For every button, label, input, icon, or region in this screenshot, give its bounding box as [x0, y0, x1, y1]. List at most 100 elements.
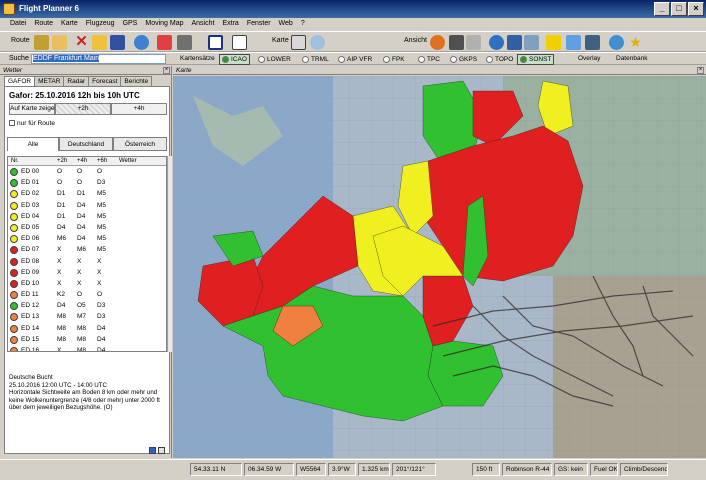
table-scrollbar[interactable]: [167, 156, 172, 352]
table-row[interactable]: ED 08 X X X: [8, 256, 166, 267]
hand-tool-icon[interactable]: [291, 35, 306, 50]
tab-berichte[interactable]: Berichte: [120, 76, 153, 86]
table-row[interactable]: ED 09 X X X: [8, 267, 166, 278]
calculator-icon[interactable]: [466, 35, 481, 50]
compass-icon[interactable]: [489, 35, 504, 50]
table-row[interactable]: ED 15 M8 M8 D4: [8, 334, 166, 345]
cell-nr: ED 11: [21, 291, 39, 299]
map-close-icon[interactable]: ×: [697, 67, 704, 74]
status-groundspeed: GS: kein: [554, 463, 588, 476]
chart-set-trml[interactable]: TRML: [300, 54, 331, 65]
table-row[interactable]: ED 03 D1 D4 M5: [8, 200, 166, 211]
tab-forecast[interactable]: Forecast: [88, 76, 122, 86]
weather-icon[interactable]: [507, 35, 522, 50]
table-header: Nr. +2h +4h +6h Wetter: [8, 157, 166, 166]
search-input[interactable]: EDDF Frankfurt Main: [31, 54, 166, 64]
cell-nr: ED 12: [21, 302, 40, 310]
chart-set-icao[interactable]: ICAO: [219, 54, 250, 65]
menu-gps[interactable]: GPS: [119, 18, 142, 31]
table-row[interactable]: ED 11 K2 O O: [8, 289, 166, 300]
tab-metar[interactable]: METAR: [34, 76, 65, 86]
karte-label: Karte: [272, 37, 289, 44]
minimize-button[interactable]: _: [654, 2, 670, 16]
plus4h-button[interactable]: +4h: [111, 103, 167, 115]
menu-karte[interactable]: Karte: [57, 18, 82, 31]
table-row[interactable]: ED 00 O O O: [8, 166, 166, 177]
datenbank-label[interactable]: Datenbank: [616, 55, 647, 62]
tab-region-alle[interactable]: Alle: [7, 137, 59, 151]
menu-ansicht[interactable]: Ansicht: [188, 18, 219, 31]
show-on-map-button[interactable]: Auf Karte zeigen: [9, 103, 58, 115]
map-canvas[interactable]: [173, 76, 706, 458]
chart-set-tpc[interactable]: TPC: [416, 54, 442, 65]
aircraft-icon[interactable]: [524, 35, 539, 50]
tab-region-oesterreich[interactable]: Österreich: [113, 137, 167, 151]
route-edit-icon[interactable]: [52, 35, 67, 50]
menu-route[interactable]: Route: [30, 18, 57, 31]
favorite-star-icon[interactable]: ★: [628, 35, 643, 50]
overlay-label[interactable]: Overlay: [578, 55, 600, 62]
table-row[interactable]: ED 13 M8 M7 D3: [8, 311, 166, 322]
col-nr[interactable]: Nr.: [11, 157, 19, 166]
route-only-checkbox[interactable]: nur für Route: [9, 120, 55, 127]
col-wetter[interactable]: Wetter: [119, 157, 137, 166]
save-icon[interactable]: [110, 35, 125, 50]
chart-set-topo[interactable]: TOPO: [484, 54, 515, 65]
map-window-icon[interactable]: [208, 35, 223, 50]
zoom-icon[interactable]: [310, 35, 325, 50]
table-row[interactable]: ED 06 M6 D4 M5: [8, 233, 166, 244]
open-folder-icon[interactable]: [92, 35, 107, 50]
route-wizard-icon[interactable]: [34, 35, 49, 50]
chart-set-gkps[interactable]: GKPS: [448, 54, 479, 65]
chart-set-fpk[interactable]: FPK: [381, 54, 407, 65]
cell-nr: ED 06: [21, 235, 40, 243]
printer-icon[interactable]: [177, 35, 192, 50]
table-row[interactable]: ED 14 M8 M8 D4: [8, 323, 166, 334]
menu-web[interactable]: Web: [275, 18, 297, 31]
delete-route-icon[interactable]: ✕: [74, 34, 89, 50]
menu-fenster[interactable]: Fenster: [243, 18, 275, 31]
info-icon[interactable]: [149, 447, 156, 454]
col-plus2h[interactable]: +2h: [57, 157, 67, 166]
tab-region-deutschland[interactable]: Deutschland: [59, 137, 113, 151]
plus2h-button[interactable]: +2h: [55, 103, 111, 115]
film-icon[interactable]: [585, 35, 600, 50]
cell-c2: D4: [77, 235, 86, 243]
maximize-button[interactable]: □: [671, 2, 687, 16]
clear-icon[interactable]: [158, 447, 165, 454]
table-row[interactable]: ED 10 X X X: [8, 278, 166, 289]
chart-set-sonst[interactable]: SONST: [517, 54, 555, 65]
chart-set-lower[interactable]: LOWER: [256, 54, 293, 65]
table-row[interactable]: ED 02 D1 D1 M5: [8, 188, 166, 199]
cell-nr: ED 04: [21, 212, 40, 220]
gps-device-icon[interactable]: [449, 35, 464, 50]
chart-set-aip-vfr[interactable]: AIP VFR: [336, 54, 374, 65]
table-row[interactable]: ED 01 O O D3: [8, 177, 166, 188]
table-row[interactable]: ED 04 D1 D4 M5: [8, 211, 166, 222]
menu-datei[interactable]: Datei: [6, 18, 30, 31]
web-globe-icon[interactable]: [609, 35, 624, 50]
document-icon[interactable]: [232, 35, 247, 50]
cell-c1: X: [57, 257, 62, 265]
tab-radar[interactable]: Radar: [63, 76, 90, 86]
warning-icon[interactable]: [546, 35, 561, 50]
airplane-icon[interactable]: [566, 35, 581, 50]
globe-icon[interactable]: [134, 35, 149, 50]
menu-moving-map[interactable]: Moving Map: [141, 18, 187, 31]
col-plus4h[interactable]: +4h: [77, 157, 87, 166]
table-row[interactable]: ED 07 X M6 M5: [8, 244, 166, 255]
table-row[interactable]: ED 12 D4 O5 D3: [8, 300, 166, 311]
color-wheel-icon[interactable]: [430, 35, 445, 50]
table-row[interactable]: ED 16 X M8 D4: [8, 345, 166, 352]
table-row[interactable]: ED 05 D4 D4 M5: [8, 222, 166, 233]
cell-c3: D4: [97, 347, 106, 352]
gafor-table: Nr. +2h +4h +6h Wetter ED 00 O O O ED 01 O O D3…: [7, 156, 167, 352]
menu-help[interactable]: ?: [297, 18, 309, 31]
menu-flugzeug[interactable]: Flugzeug: [82, 18, 119, 31]
pdf-icon[interactable]: [157, 35, 172, 50]
close-icon[interactable]: ×: [163, 67, 170, 74]
close-button[interactable]: ×: [688, 2, 704, 16]
status-dot-icon: [10, 279, 18, 288]
col-plus6h[interactable]: +6h: [97, 157, 107, 166]
menu-extra[interactable]: Extra: [218, 18, 242, 31]
